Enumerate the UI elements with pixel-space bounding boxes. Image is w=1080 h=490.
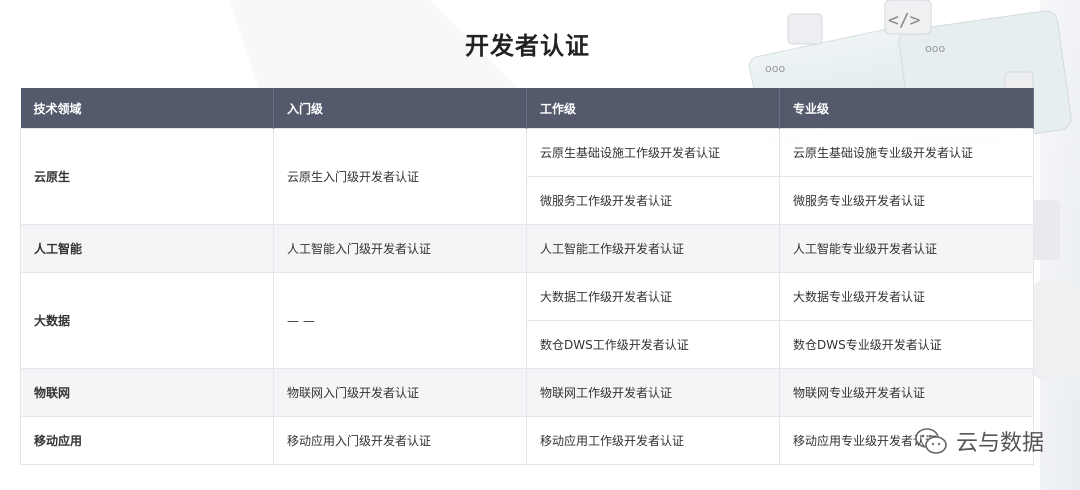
work-cell[interactable]: 大数据工作级开发者认证: [526, 272, 780, 321]
pro-cell[interactable]: 数仓DWS专业级开发者认证: [779, 320, 1034, 369]
column-header-domain: 技术领域: [20, 88, 274, 129]
work-cell[interactable]: 云原生基础设施工作级开发者认证: [526, 128, 780, 177]
pro-cell[interactable]: 云原生基础设施专业级开发者认证: [779, 128, 1034, 177]
entry-cell[interactable]: 云原生入门级开发者认证: [273, 128, 527, 225]
pro-cell[interactable]: 大数据专业级开发者认证: [779, 272, 1034, 321]
page-title: 开发者认证: [465, 32, 590, 60]
watermark-text: 云与数据: [955, 431, 1044, 456]
window-dots-left: ooo: [765, 62, 785, 75]
table-header-row: 技术领域 入门级 工作级 专业级: [20, 88, 1034, 129]
domain-cell: 大数据: [20, 272, 274, 369]
certification-table: 技术领域 入门级 工作级 专业级 云原生 云原生入门级开发者认证 云原生基础设施…: [20, 88, 1034, 465]
entry-cell[interactable]: 人工智能入门级开发者认证: [273, 224, 527, 273]
column-header-pro: 专业级: [779, 88, 1034, 129]
entry-cell[interactable]: 物联网入门级开发者认证: [273, 368, 527, 417]
column-header-entry: 入门级: [273, 88, 527, 129]
pro-cell[interactable]: 微服务专业级开发者认证: [779, 176, 1034, 225]
domain-cell: 人工智能: [20, 224, 274, 273]
table-row: 云原生 云原生入门级开发者认证 云原生基础设施工作级开发者认证 云原生基础设施专…: [20, 128, 1034, 225]
pro-cell[interactable]: 人工智能专业级开发者认证: [779, 224, 1034, 273]
work-cell[interactable]: 微服务工作级开发者认证: [526, 176, 780, 225]
work-cell[interactable]: 数仓DWS工作级开发者认证: [526, 320, 780, 369]
domain-cell: 物联网: [20, 368, 274, 417]
column-header-work: 工作级: [526, 88, 780, 129]
table-row: 物联网 物联网入门级开发者认证 物联网工作级开发者认证 物联网专业级开发者认证: [20, 368, 1034, 417]
watermark: 云与数据: [914, 425, 1044, 457]
table-row: 人工智能 人工智能入门级开发者认证 人工智能工作级开发者认证 人工智能专业级开发…: [20, 224, 1034, 273]
wechat-icon: [914, 426, 948, 456]
table-row: 大数据 — — 大数据工作级开发者认证 大数据专业级开发者认证: [20, 272, 1034, 369]
domain-cell: 移动应用: [20, 416, 274, 465]
domain-cell: 云原生: [20, 128, 274, 225]
entry-cell[interactable]: 移动应用入门级开发者认证: [273, 416, 527, 465]
work-cell[interactable]: 移动应用工作级开发者认证: [526, 416, 780, 465]
table-row: 移动应用 移动应用入门级开发者认证 移动应用工作级开发者认证 移动应用专业级开发…: [20, 416, 1034, 465]
pro-cell[interactable]: 物联网专业级开发者认证: [779, 368, 1034, 417]
work-cell[interactable]: 人工智能工作级开发者认证: [526, 224, 780, 273]
work-cell[interactable]: 物联网工作级开发者认证: [526, 368, 780, 417]
entry-cell: — —: [273, 272, 527, 369]
